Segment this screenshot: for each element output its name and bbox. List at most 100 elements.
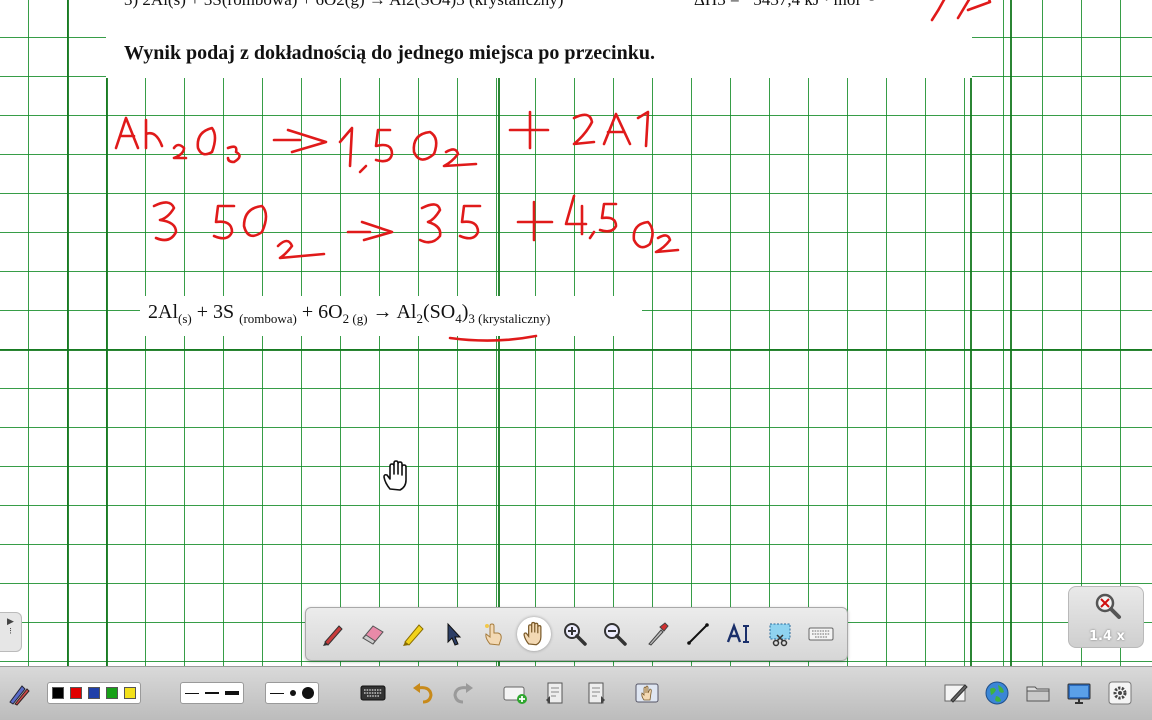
next-page-button[interactable] bbox=[582, 679, 610, 707]
reaction-equation-3: 3) 2Al(s) + 3S(rombowa) + 6O2(g) → Al2(S… bbox=[124, 0, 563, 10]
color-palette bbox=[47, 682, 141, 704]
zoom-widget[interactable]: 1.4 x bbox=[1068, 586, 1144, 648]
select-tool[interactable] bbox=[436, 617, 470, 651]
document-strip-top: 3) 2Al(s) + 3S(rombowa) + 6O2(g) → Al2(S… bbox=[106, 0, 972, 78]
gesture-icon bbox=[635, 683, 659, 703]
line-tool[interactable] bbox=[681, 617, 715, 651]
grid-major-line bbox=[1010, 0, 1012, 666]
ink-stroke bbox=[374, 128, 394, 163]
annotate-button[interactable] bbox=[942, 679, 970, 707]
enthalpy-value: ΔH3 = −3437,4 kJ · mol⁻¹ bbox=[694, 0, 874, 10]
side-panel-toggle[interactable]: ▶ ⁝ bbox=[0, 612, 22, 652]
open-file-button[interactable] bbox=[1024, 679, 1052, 707]
grid-major-line bbox=[67, 0, 69, 666]
pen-tool[interactable] bbox=[316, 617, 350, 651]
color-picker-tool[interactable] bbox=[640, 617, 674, 651]
color-swatch-black[interactable] bbox=[52, 687, 64, 699]
line-icon bbox=[687, 623, 709, 645]
product-formula: Al2(SO4) bbox=[396, 301, 469, 326]
eraser-icon bbox=[362, 625, 384, 645]
screen-capture-tool[interactable] bbox=[763, 617, 797, 651]
pen-settings-button[interactable] bbox=[5, 679, 33, 707]
ink-stroke bbox=[572, 113, 596, 146]
ink-stroke bbox=[144, 118, 164, 150]
next-page-icon bbox=[588, 682, 605, 704]
ink-stroke bbox=[654, 234, 680, 254]
line-width-thin[interactable] bbox=[185, 686, 199, 700]
new-page-button[interactable] bbox=[501, 679, 529, 707]
color-swatch-red[interactable] bbox=[70, 687, 82, 699]
keyboard-icon bbox=[360, 685, 386, 701]
keyboard-icon bbox=[808, 627, 834, 641]
document-strip-equation: 2Al(s) + 3S (rombowa) + 6O2 (g) → Al2(SO… bbox=[140, 296, 642, 336]
prev-page-icon bbox=[546, 682, 563, 704]
ink-stroke bbox=[418, 203, 442, 244]
whiteboard-canvas[interactable]: 3) 2Al(s) + 3S(rombowa) + 6O2(g) → Al2(S… bbox=[0, 0, 1152, 666]
pen-settings-icon bbox=[9, 685, 30, 706]
hand-cursor-icon bbox=[383, 460, 407, 491]
ink-stroke bbox=[602, 112, 632, 146]
on-screen-keyboard-tool[interactable] bbox=[804, 617, 838, 651]
dot-size-large[interactable] bbox=[302, 686, 314, 700]
floating-toolbar bbox=[305, 607, 848, 661]
undo-button[interactable] bbox=[409, 679, 437, 707]
color-swatch-yellow[interactable] bbox=[124, 687, 136, 699]
line-width-thick[interactable] bbox=[225, 686, 239, 700]
ink-stroke bbox=[276, 239, 326, 260]
display-icon bbox=[1067, 683, 1091, 704]
ink-stroke bbox=[114, 116, 140, 150]
zoom-out-tool[interactable] bbox=[598, 617, 632, 651]
zoom-out-icon bbox=[604, 623, 627, 646]
grid-major-line bbox=[106, 0, 108, 666]
ink-stroke bbox=[152, 201, 178, 242]
eraser-tool[interactable] bbox=[356, 617, 390, 651]
dot-size-small[interactable] bbox=[270, 686, 284, 700]
touch-select-tool[interactable] bbox=[476, 617, 510, 651]
grid-major-line bbox=[970, 0, 972, 666]
ink-stroke bbox=[358, 164, 368, 174]
settings-icon bbox=[1108, 681, 1132, 705]
ink-stroke bbox=[172, 143, 188, 160]
redo-button[interactable] bbox=[449, 679, 477, 707]
ink-stroke bbox=[272, 128, 328, 154]
zoom-in-tool[interactable] bbox=[558, 617, 592, 651]
ink-underline bbox=[448, 334, 538, 342]
zoom-reset-icon bbox=[1095, 593, 1121, 619]
display-button[interactable] bbox=[1065, 679, 1093, 707]
ink-stroke bbox=[346, 220, 394, 242]
color-swatch-green[interactable] bbox=[106, 687, 118, 699]
highlighter-icon bbox=[403, 624, 424, 646]
chevron-right-icon: ▶ bbox=[7, 617, 14, 627]
redo-icon bbox=[453, 683, 473, 704]
ink-stroke bbox=[226, 145, 241, 164]
text-icon bbox=[726, 622, 749, 643]
grid-major-line bbox=[0, 349, 1152, 351]
ink-stroke bbox=[632, 220, 654, 249]
gesture-button[interactable] bbox=[633, 679, 661, 707]
dot-size-medium[interactable] bbox=[290, 686, 296, 700]
ink-stroke bbox=[212, 204, 236, 240]
ink-stroke bbox=[516, 200, 554, 242]
select-arrow-icon bbox=[447, 622, 462, 646]
highlighter-tool[interactable] bbox=[396, 617, 430, 651]
pen-icon bbox=[323, 625, 343, 646]
instruction-text: Wynik podaj z dokładnością do jednego mi… bbox=[124, 42, 655, 64]
globe-icon bbox=[985, 681, 1009, 705]
color-picker-icon bbox=[648, 622, 669, 646]
prev-page-button[interactable] bbox=[541, 679, 569, 707]
annotate-icon bbox=[944, 684, 968, 703]
screen-capture-icon bbox=[769, 623, 791, 647]
grip-icon: ⁝ bbox=[9, 627, 12, 637]
reaction-equation: 2Al(s) + 3S (rombowa) + 6O2 (g) → Al2(SO… bbox=[148, 301, 551, 326]
ink-stroke bbox=[564, 194, 588, 236]
new-page-icon bbox=[503, 686, 527, 704]
line-width-medium[interactable] bbox=[205, 686, 219, 700]
settings-button[interactable] bbox=[1106, 679, 1134, 707]
ink-stroke bbox=[458, 204, 482, 240]
text-tool[interactable] bbox=[722, 617, 756, 651]
undo-icon bbox=[413, 683, 433, 704]
browser-button[interactable] bbox=[983, 679, 1011, 707]
pan-tool[interactable] bbox=[517, 617, 551, 651]
color-swatch-blue[interactable] bbox=[88, 687, 100, 699]
keyboard-button[interactable] bbox=[359, 679, 387, 707]
